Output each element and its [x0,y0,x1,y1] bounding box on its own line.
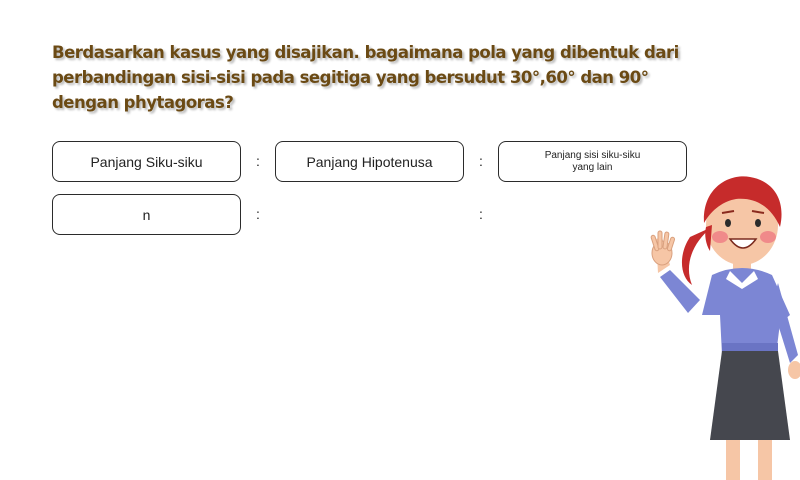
ratio-colon: : [256,153,260,169]
answer-siku-siku-value: n [142,206,151,223]
ratio-colon: : [479,206,483,222]
question-text: Berdasarkan kasus yang disajikan. bagaim… [52,43,679,112]
label-sisi-lain-line2: yang lain [572,161,613,173]
teacher-waving-illustration [650,176,800,480]
label-siku-siku: Panjang Siku-siku [90,153,203,170]
answer-box-siku-siku[interactable]: n [52,194,241,235]
label-box-siku-siku: Panjang Siku-siku [52,141,241,182]
label-hipotenusa: Panjang Hipotenusa [306,153,433,170]
ratio-colon: : [256,206,260,222]
label-box-hipotenusa: Panjang Hipotenusa [275,141,464,182]
ratio-colon: : [479,153,483,169]
label-sisi-lain-line1: Panjang sisi siku-siku [544,149,641,161]
